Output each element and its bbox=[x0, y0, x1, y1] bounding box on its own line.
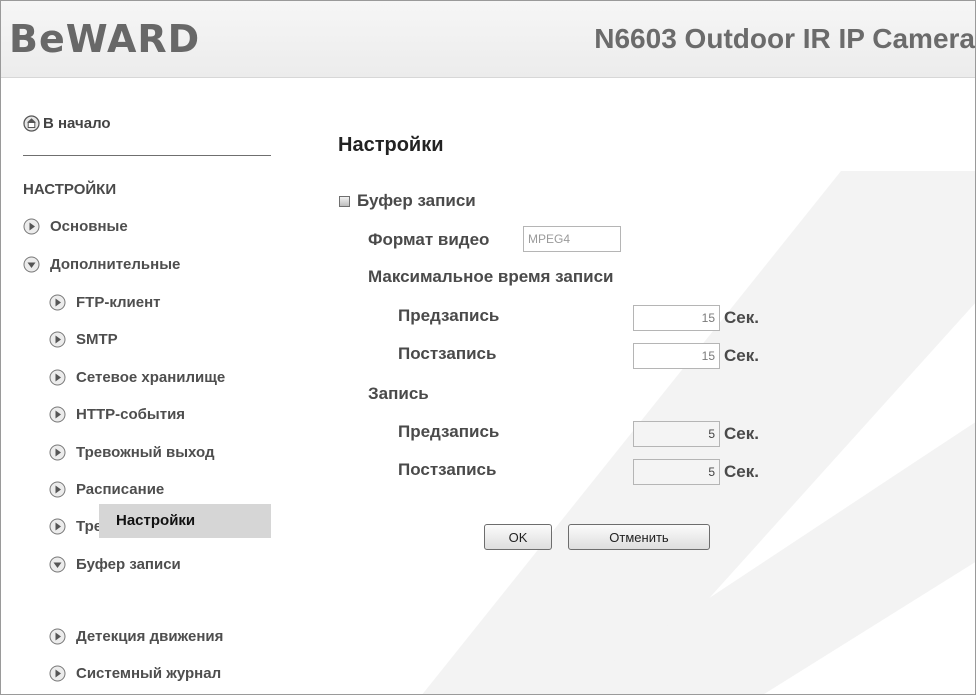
expanded-arrow-icon bbox=[49, 556, 66, 572]
cancel-button[interactable]: Отменить bbox=[568, 524, 710, 550]
sidebar-item-schedule[interactable]: Расписание bbox=[49, 477, 164, 501]
header: BeWARD N6603 Outdoor IR IP Camera bbox=[1, 1, 975, 78]
sidebar-item-label: Буфер записи bbox=[76, 555, 181, 573]
post-record-unit: Сек. bbox=[724, 462, 759, 481]
max-post-record-unit: Сек. bbox=[724, 346, 759, 365]
collapsed-arrow-icon bbox=[49, 518, 66, 534]
record-label: Запись bbox=[368, 384, 429, 403]
collapsed-arrow-icon bbox=[49, 294, 66, 310]
sidebar-item-label: Тревожный выход bbox=[76, 443, 215, 461]
brand-logo: BeWARD bbox=[9, 17, 201, 61]
sidebar-item-settings-active[interactable]: Настройки bbox=[99, 504, 271, 538]
sidebar-item-label: HTTP-события bbox=[76, 405, 186, 423]
sidebar-item-label: Расписание bbox=[76, 480, 165, 498]
post-record-field bbox=[633, 459, 720, 485]
sidebar-item-label: Детекция движения bbox=[76, 627, 224, 645]
camera-model-title: N6603 Outdoor IR IP Camera bbox=[594, 23, 975, 54]
sidebar-item-basic[interactable]: Основные bbox=[23, 214, 128, 238]
max-record-time-label: Максимальное время записи bbox=[368, 267, 614, 286]
pre-record-label: Предзапись bbox=[398, 422, 500, 441]
max-post-record-input[interactable] bbox=[633, 343, 720, 369]
sidebar-item-motion-detection[interactable]: Детекция движения bbox=[49, 624, 223, 648]
section-header: Буфер записи bbox=[339, 191, 476, 211]
collapsed-arrow-icon bbox=[49, 331, 66, 347]
expanded-arrow-icon bbox=[23, 256, 40, 272]
collapsed-arrow-icon bbox=[23, 218, 40, 234]
post-record-label: Постзапись bbox=[398, 460, 497, 479]
video-format-label: Формат видео bbox=[368, 230, 490, 249]
page-title: Настройки bbox=[338, 134, 444, 156]
camera-web-ui: BeWARD N6603 Outdoor IR IP Camera В нача… bbox=[0, 0, 976, 695]
sidebar-item-label: FTP-клиент bbox=[76, 293, 161, 311]
ok-button[interactable]: OK bbox=[484, 524, 552, 550]
sidebar-divider bbox=[23, 155, 271, 156]
section-bullet-icon bbox=[339, 195, 350, 207]
sidebar-item-advanced[interactable]: Дополнительные bbox=[23, 252, 180, 276]
collapsed-arrow-icon bbox=[49, 406, 66, 422]
sidebar-item-label: Системный журнал bbox=[76, 664, 222, 682]
collapsed-arrow-icon bbox=[49, 665, 66, 681]
sidebar-item-label: Дополнительные bbox=[50, 255, 181, 273]
collapsed-arrow-icon bbox=[49, 369, 66, 385]
sidebar-item-network-storage[interactable]: Сетевое хранилище bbox=[49, 365, 225, 389]
main-content: Настройки Буфер записи Формат видео Макс… bbox=[271, 78, 975, 694]
pre-record-unit: Сек. bbox=[724, 424, 759, 443]
collapsed-arrow-icon bbox=[49, 444, 66, 460]
section-label: Буфер записи bbox=[357, 191, 476, 210]
sidebar-item-smtp[interactable]: SMTP bbox=[49, 327, 118, 351]
home-label: В начало bbox=[43, 115, 111, 132]
sidebar-item-ftp-client[interactable]: FTP-клиент bbox=[49, 290, 161, 314]
sidebar-item-system-log[interactable]: Системный журнал bbox=[49, 661, 221, 685]
max-pre-record-label: Предзапись bbox=[398, 306, 500, 325]
sidebar: В начало НАСТРОЙКИ Основные Дополнительн… bbox=[1, 78, 271, 694]
collapsed-arrow-icon bbox=[49, 628, 66, 644]
sidebar-item-record-buffer[interactable]: Буфер записи bbox=[49, 552, 181, 576]
video-format-field bbox=[523, 226, 621, 252]
sidebar-item-label: Сетевое хранилище bbox=[76, 368, 226, 386]
sidebar-item-label: Настройки bbox=[116, 512, 196, 529]
max-pre-record-input[interactable] bbox=[633, 305, 720, 331]
pre-record-field bbox=[633, 421, 720, 447]
collapsed-arrow-icon bbox=[49, 481, 66, 497]
sidebar-item-alarm-output[interactable]: Тревожный выход bbox=[49, 440, 214, 464]
sidebar-item-http-events[interactable]: HTTP-события bbox=[49, 402, 185, 426]
home-link[interactable]: В начало bbox=[23, 115, 111, 132]
max-pre-record-unit: Сек. bbox=[724, 308, 759, 327]
max-post-record-label: Постзапись bbox=[398, 344, 497, 363]
sidebar-item-label: SMTP bbox=[76, 330, 118, 348]
sidebar-item-label: Основные bbox=[50, 217, 128, 235]
sidebar-section-title: НАСТРОЙКИ bbox=[23, 181, 117, 198]
home-icon bbox=[23, 115, 40, 132]
